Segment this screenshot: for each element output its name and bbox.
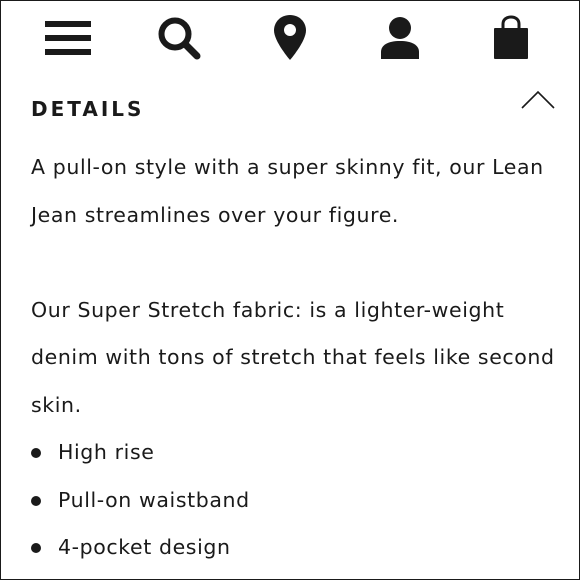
location-pin-icon — [274, 15, 306, 60]
details-accordion-header[interactable]: DETAILS — [0, 80, 580, 140]
feature-text: Pull-on waistband — [58, 487, 250, 512]
user-icon — [381, 17, 419, 59]
bullet-icon — [31, 448, 41, 458]
menu-button[interactable] — [40, 12, 96, 64]
bullet-icon — [31, 495, 41, 506]
shopping-bag-icon — [494, 15, 528, 59]
list-item: High rise — [31, 429, 561, 477]
fabric-paragraph: Our Super Stretch fabric: is a lighter-w… — [31, 297, 555, 417]
search-icon — [158, 17, 201, 60]
chevron-up-icon[interactable] — [518, 88, 558, 112]
feature-text: 4-pocket design — [58, 535, 231, 559]
details-content: A pull-on style with a super skinny fit,… — [31, 144, 561, 572]
bullet-icon — [31, 543, 41, 553]
description-paragraph: A pull-on style with a super skinny fit,… — [31, 155, 544, 227]
feature-list: High rise Pull-on waistband 4-pocket des… — [31, 429, 561, 572]
account-button[interactable] — [372, 12, 428, 64]
hamburger-menu-icon — [45, 21, 91, 55]
list-item: 4-pocket design — [31, 524, 561, 572]
shopping-bag-button[interactable] — [483, 12, 539, 64]
section-title: DETAILS — [31, 97, 145, 121]
list-item: Pull-on waistband — [31, 477, 561, 525]
feature-text: High rise — [58, 440, 155, 464]
store-locator-button[interactable] — [262, 12, 318, 64]
details-section: DETAILS A pull-on style with a super ski… — [0, 80, 580, 580]
search-button[interactable] — [151, 12, 207, 64]
top-navigation-bar — [0, 0, 580, 80]
